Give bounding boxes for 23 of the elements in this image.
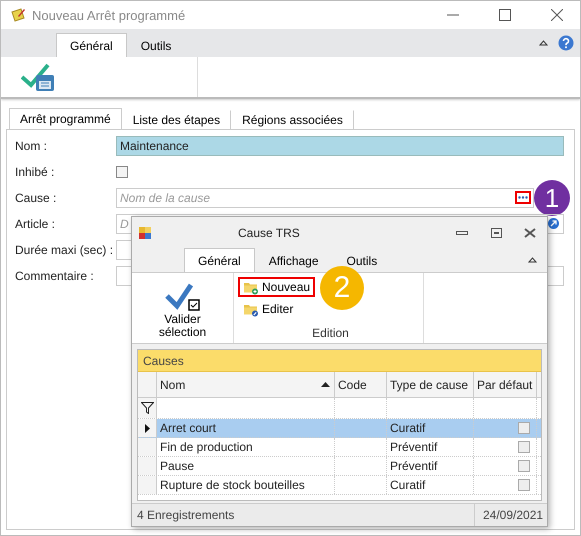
record-count: 4 Enregistrements xyxy=(136,508,236,522)
field-label: Durée maxi (sec) : xyxy=(15,243,114,257)
dialog-title: Cause TRS xyxy=(237,226,301,240)
table-cell: Préventif xyxy=(387,457,474,475)
window-title: Nouveau Arrêt programmé xyxy=(32,8,186,22)
field-label: Nom : xyxy=(15,139,48,153)
table-cell: Rupture de stock bouteilles xyxy=(157,476,335,494)
table-cell: Curatif xyxy=(387,476,474,494)
table-cell: Fin de production xyxy=(157,438,335,456)
field-label: Commentaire : xyxy=(15,269,95,283)
field-value: Maintenance xyxy=(120,139,189,153)
field-label: Article : xyxy=(15,217,56,231)
table-cell: Curatif xyxy=(387,419,474,437)
status-date: 24/09/2021 xyxy=(474,504,547,526)
step-callout: 1 xyxy=(534,180,570,216)
group-label: Edition xyxy=(312,326,349,340)
field-label: Cause : xyxy=(15,191,58,205)
grid-title: Causes xyxy=(138,350,541,372)
field-label: Inhibé : xyxy=(15,165,56,179)
table-cell: Pause xyxy=(157,457,335,475)
step-callout: 2 xyxy=(320,266,364,310)
table-cell: Préventif xyxy=(387,438,474,456)
table-cell: Arret court xyxy=(157,419,335,437)
